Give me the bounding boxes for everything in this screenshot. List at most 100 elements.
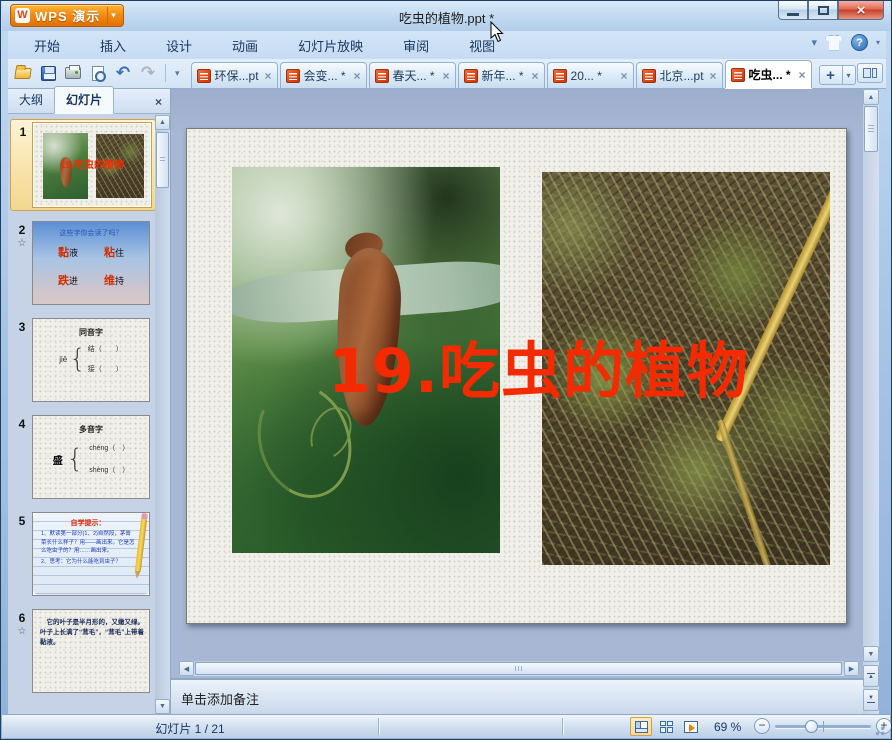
save-button[interactable] bbox=[37, 62, 59, 84]
wps-logo-icon: W bbox=[15, 8, 30, 23]
minimize-button[interactable] bbox=[778, 1, 808, 20]
tab-close-icon[interactable]: × bbox=[265, 69, 272, 83]
arrange-windows-button[interactable] bbox=[857, 63, 883, 83]
slide-thumbnail-4[interactable]: 4 多音字 盛 { chéng（ ） shèng（ ） bbox=[10, 412, 156, 502]
ppt-file-icon bbox=[374, 68, 389, 83]
doc-tab-beijing[interactable]: 北京...pt × bbox=[635, 62, 723, 88]
slide-title-text[interactable]: 19.吃虫的植物 bbox=[249, 321, 828, 410]
tab-close-icon[interactable]: × bbox=[799, 68, 806, 82]
help-dropdown-icon[interactable]: ▾ bbox=[876, 38, 880, 47]
panel-close-icon[interactable]: × bbox=[155, 95, 162, 109]
slide-thumbnail-6[interactable]: 6 ☆ 它的叶子是半月形的，又嫩又绿。叶子上长满了“茸毛”，“茸毛”上带着黏液。 bbox=[10, 606, 156, 696]
zoom-slider: − + bbox=[754, 718, 891, 734]
close-window-button[interactable]: × bbox=[838, 1, 884, 20]
app-name: WPS 演示 bbox=[35, 9, 101, 24]
menu-home[interactable]: 开始 bbox=[20, 32, 74, 59]
normal-view-button[interactable] bbox=[630, 717, 652, 736]
previous-slide-button[interactable]: ▲ bbox=[863, 665, 879, 687]
vertical-scrollbar[interactable]: ▲ ▼ ▲ ▼ bbox=[863, 89, 879, 714]
toolbar-options-icon[interactable]: ▾ bbox=[172, 68, 183, 79]
ppt-file-icon bbox=[196, 68, 211, 83]
scroll-down-icon[interactable]: ▼ bbox=[155, 699, 170, 714]
scroll-up-icon[interactable]: ▲ bbox=[863, 89, 879, 105]
menu-design[interactable]: 设计 bbox=[152, 32, 206, 59]
slide-thumbnail-2[interactable]: 2 ☆ 这些字你会读了吗？ 黏液 粘住 跌进 维持 bbox=[10, 218, 156, 308]
slide-thumbnail-1[interactable]: 1 19.吃虫的植物 bbox=[10, 119, 156, 211]
slide-number: 4 bbox=[18, 417, 26, 431]
maximize-icon bbox=[817, 5, 829, 15]
tab-close-icon[interactable]: × bbox=[621, 69, 628, 83]
slide-number: 1 bbox=[19, 125, 27, 139]
scroll-right-icon[interactable]: ▶ bbox=[844, 661, 859, 676]
print-preview-button[interactable] bbox=[87, 62, 109, 84]
slide-number: 2 bbox=[18, 223, 26, 237]
next-slide-button[interactable]: ▼ bbox=[863, 689, 879, 711]
panel-scrollbar-thumb[interactable] bbox=[156, 132, 169, 188]
menu-insert[interactable]: 插入 bbox=[86, 32, 140, 59]
scroll-up-icon[interactable]: ▲ bbox=[155, 115, 170, 130]
mouse-cursor bbox=[490, 21, 504, 43]
vertical-scrollbar-thumb[interactable] bbox=[864, 106, 878, 152]
tab-close-icon[interactable]: × bbox=[532, 69, 539, 83]
open-button[interactable] bbox=[12, 62, 34, 84]
help-icon[interactable]: ? bbox=[850, 34, 868, 51]
doc-tab-chichong-active[interactable]: 吃虫... * × bbox=[724, 60, 812, 88]
scroll-down-icon[interactable]: ▼ bbox=[863, 646, 879, 662]
tab-slides[interactable]: 幻灯片 bbox=[54, 86, 115, 114]
notes-pane[interactable]: 单击添加备注 bbox=[171, 678, 863, 714]
brace-glyph: { bbox=[66, 444, 84, 474]
slide-thumbnail-5[interactable]: 5 自学提示： 1、默读第一部分(1、2)自然段，茅膏菜长什么样子？用——画出来… bbox=[10, 509, 156, 599]
normal-view-icon bbox=[634, 720, 648, 733]
document-tabs: 环保...pt × 会变... * × 春天... * × 新年... * × … bbox=[190, 58, 856, 88]
tab-close-icon[interactable]: × bbox=[354, 69, 361, 83]
zoom-track[interactable] bbox=[775, 719, 871, 733]
slide-2-words: 黏液 粘住 跌进 维持 bbox=[57, 247, 124, 287]
panel-scrollbar[interactable]: ▲ ▼ bbox=[155, 115, 170, 714]
undo-button[interactable]: ↶ bbox=[112, 62, 134, 84]
new-tab-dropdown-icon[interactable]: ▾ bbox=[842, 65, 856, 85]
ppt-file-icon bbox=[730, 67, 745, 82]
skin-theme-icon[interactable] bbox=[824, 34, 843, 51]
print-button[interactable] bbox=[62, 62, 84, 84]
straw-graphic bbox=[717, 418, 775, 565]
slide-sorter-icon bbox=[659, 720, 673, 733]
redo-icon: ↷ bbox=[140, 63, 156, 82]
slideshow-button[interactable] bbox=[680, 717, 702, 736]
tab-outline[interactable]: 大纲 bbox=[8, 87, 54, 113]
app-menu-chevron-icon[interactable]: ▾ bbox=[108, 10, 119, 21]
wps-presentation-window: W WPS 演示 ▾ 吃虫的植物.ppt * × 开始 插入 设计 动画 幻灯片… bbox=[0, 0, 892, 740]
tab-close-icon[interactable]: × bbox=[710, 69, 717, 83]
horizontal-scrollbar[interactable]: ◀ ▶ bbox=[179, 661, 859, 676]
doc-tab-20[interactable]: 20... * × bbox=[546, 62, 634, 88]
menu-review[interactable]: 审阅 bbox=[389, 32, 443, 59]
menu-slideshow[interactable]: 幻灯片放映 bbox=[284, 32, 377, 59]
doc-tab-chuntian[interactable]: 春天... * × bbox=[368, 62, 456, 88]
notes-placeholder[interactable]: 单击添加备注 bbox=[171, 680, 863, 708]
slide-2-preview: 这些字你会读了吗？ 黏液 粘住 跌进 维持 bbox=[32, 221, 150, 305]
maximize-button[interactable] bbox=[808, 1, 838, 20]
tab-close-icon[interactable]: × bbox=[443, 69, 450, 83]
slideshow-play-icon bbox=[684, 720, 698, 733]
menu-bar: 开始 插入 设计 动画 幻灯片放映 审阅 视图 ▾ ? ▾ bbox=[8, 31, 886, 59]
wps-app-button[interactable]: W WPS 演示 ▾ bbox=[10, 4, 124, 27]
slide-thumbnail-3[interactable]: 3 同音字 jiē { 结（ ） 接（ ） bbox=[10, 315, 156, 405]
doc-tab-huanbao[interactable]: 环保...pt × bbox=[190, 62, 278, 88]
menu-animation[interactable]: 动画 bbox=[218, 32, 272, 59]
slide-canvas[interactable]: 19.吃虫的植物 bbox=[171, 89, 863, 661]
redo-button[interactable]: ↷ bbox=[137, 62, 159, 84]
horizontal-scrollbar-thumb[interactable] bbox=[195, 662, 842, 675]
scroll-left-icon[interactable]: ◀ bbox=[179, 661, 194, 676]
slide-3-preview: 同音字 jiē { 结（ ） 接（ ） bbox=[32, 318, 150, 402]
slide-1-editing-surface[interactable]: 19.吃虫的植物 bbox=[186, 128, 847, 624]
zoom-slider-thumb[interactable] bbox=[805, 719, 818, 733]
undo-icon: ↶ bbox=[115, 63, 131, 82]
zoom-out-button[interactable]: − bbox=[754, 718, 770, 734]
resize-grip[interactable] bbox=[874, 723, 888, 737]
new-tab-button[interactable]: + bbox=[818, 65, 843, 85]
collapse-ribbon-icon[interactable]: ▾ bbox=[811, 36, 817, 49]
slide-sorter-button[interactable] bbox=[655, 717, 677, 736]
doc-tab-xinnian[interactable]: 新年... * × bbox=[457, 62, 545, 88]
ppt-file-icon bbox=[552, 68, 567, 83]
doc-tab-huibian[interactable]: 会变... * × bbox=[279, 62, 367, 88]
minimize-icon bbox=[787, 12, 799, 16]
